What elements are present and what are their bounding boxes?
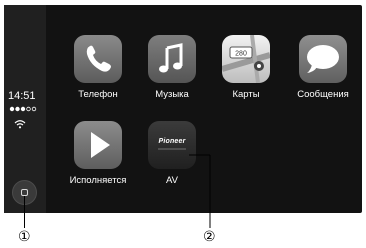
callout-1: ① bbox=[18, 228, 31, 244]
callout-2: ② bbox=[203, 228, 216, 244]
callout-lines bbox=[24, 154, 211, 228]
